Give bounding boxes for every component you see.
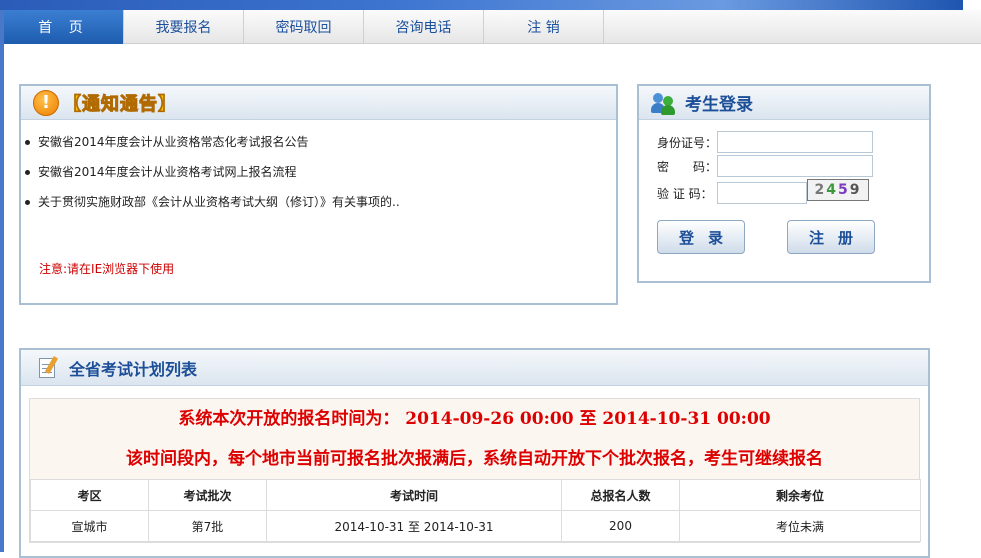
nav-register[interactable]: 我要报名	[124, 10, 244, 44]
col-total-registrants: 总报名人数	[561, 479, 680, 511]
plan-title: 全省考试计划列表	[69, 359, 198, 379]
cell-remaining-seats: 考位未满	[679, 510, 921, 542]
nav-home[interactable]: 首 页	[4, 10, 124, 44]
nav-password-recovery[interactable]: 密码取回	[244, 10, 364, 44]
exam-plan-table: 考区 考试批次 考试时间 总报名人数 剩余考位 宣城市 第7批 2014-10-…	[30, 479, 921, 542]
cell-total-registrants: 200	[561, 510, 680, 542]
users-icon	[651, 91, 679, 115]
table-header-row: 考区 考试批次 考试时间 总报名人数 剩余考位	[30, 479, 921, 511]
document-icon	[37, 355, 59, 380]
bullet-icon	[25, 200, 30, 205]
list-item: 安徽省2014年度会计从业资格考试网上报名流程	[25, 162, 616, 192]
list-item: 关于贯彻实施财政部《会计从业资格考试大纲（修订）》有关事项的..	[25, 192, 616, 222]
login-header: 考生登录	[639, 86, 929, 120]
banner-edge	[963, 0, 981, 10]
id-row: 身份证号：	[657, 131, 873, 153]
captcha-char: 5	[838, 182, 850, 198]
list-item: 安徽省2014年度会计从业资格常态化考试报名公告	[25, 132, 616, 162]
captcha-char: 9	[849, 182, 862, 198]
main-nav: 首 页 我要报名 密码取回 咨询电话 注 销	[4, 10, 981, 44]
captcha-label: 验 证 码：	[657, 186, 713, 201]
cell-area: 宣城市	[30, 510, 149, 542]
registration-period-message: 系统本次开放的报名时间为： 2014-09-26 00:00 至 2014-10…	[178, 409, 771, 429]
notice-link-3[interactable]: 关于贯彻实施财政部《会计从业资格考试大纲（修订）》有关事项的..	[38, 192, 400, 212]
nav-logout[interactable]: 注 销	[484, 10, 604, 44]
captcha-input[interactable]	[717, 182, 807, 204]
captcha-image[interactable]: 2459	[807, 179, 869, 201]
password-input[interactable]	[717, 155, 873, 177]
col-batch: 考试批次	[148, 479, 267, 511]
col-area: 考区	[30, 479, 149, 511]
password-row: 密 码：	[657, 155, 873, 177]
col-exam-time: 考试时间	[266, 479, 562, 511]
captcha-char: 2	[814, 182, 827, 198]
table-row: 宣城市 第7批 2014-10-31 至 2014-10-31 200 考位未满	[30, 510, 921, 542]
notice-link-1[interactable]: 安徽省2014年度会计从业资格常态化考试报名公告	[38, 132, 309, 152]
password-label: 密 码：	[657, 159, 718, 174]
bullet-icon	[25, 140, 30, 145]
notice-panel: ! 【通知通告】 安徽省2014年度会计从业资格常态化考试报名公告 安徽省201…	[19, 84, 618, 305]
warning-icon: !	[33, 89, 59, 116]
col-remaining-seats: 剩余考位	[679, 479, 921, 511]
notice-header: ! 【通知通告】	[21, 86, 616, 120]
login-title: 考生登录	[685, 95, 753, 115]
left-edge-strip	[0, 0, 4, 552]
id-number-input[interactable]	[717, 131, 873, 153]
nav-hotline[interactable]: 咨询电话	[364, 10, 484, 44]
auto-open-message: 该时间段内，每个地市当前可报名批次报满后，系统自动开放下个批次报名，考生可继续报…	[126, 449, 823, 469]
captcha-char: 4	[826, 182, 838, 198]
browser-warning: 注意:请在IE浏览器下使用	[39, 262, 175, 276]
plan-content: 系统本次开放的报名时间为： 2014-09-26 00:00 至 2014-10…	[29, 398, 921, 543]
plan-header: 全省考试计划列表	[21, 350, 928, 386]
id-label: 身份证号：	[657, 135, 718, 150]
cell-batch: 第7批	[148, 510, 267, 542]
notice-link-2[interactable]: 安徽省2014年度会计从业资格考试网上报名流程	[38, 162, 297, 182]
login-panel: 考生登录 身份证号： 密 码： 验 证 码： 2459 登录 注册	[637, 84, 931, 283]
bullet-icon	[25, 170, 30, 175]
notice-list: 安徽省2014年度会计从业资格常态化考试报名公告 安徽省2014年度会计从业资格…	[21, 120, 616, 222]
cell-exam-time: 2014-10-31 至 2014-10-31	[266, 510, 562, 542]
register-button[interactable]: 注册	[787, 220, 875, 254]
exam-plan-panel: 全省考试计划列表 系统本次开放的报名时间为： 2014-09-26 00:00 …	[19, 348, 930, 558]
notice-title: 【通知通告】	[63, 93, 177, 115]
header-banner	[0, 0, 963, 10]
login-button[interactable]: 登录	[657, 220, 745, 254]
captcha-row: 验 证 码：	[657, 182, 807, 204]
